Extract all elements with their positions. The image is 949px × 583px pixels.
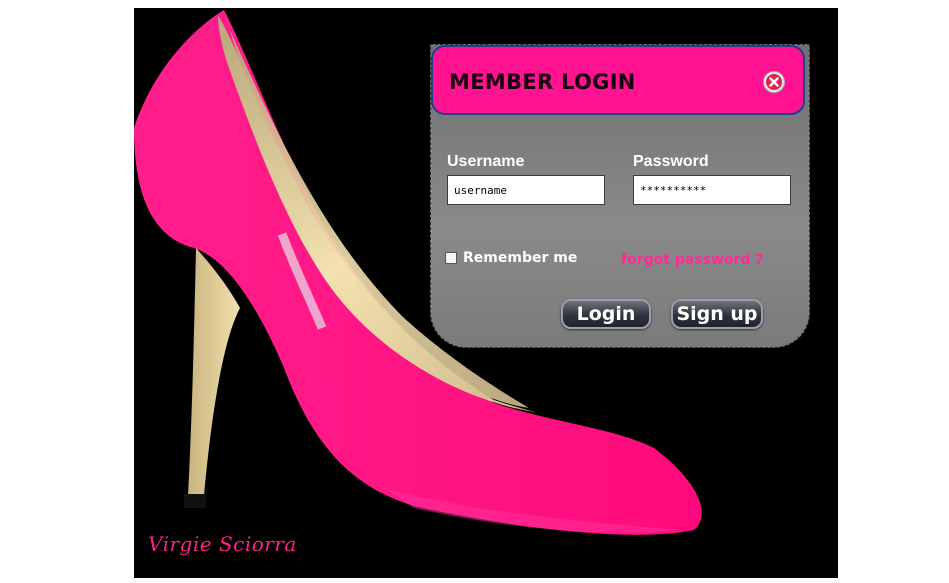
login-panel-header: MEMBER LOGIN: [431, 45, 805, 115]
remember-me-label: Remember me: [463, 250, 578, 266]
forgot-password-link[interactable]: forgot password ?: [621, 252, 763, 268]
password-field[interactable]: [633, 175, 791, 205]
hero-stage: Virgie Sciorra MEMBER LOGIN Username Pas…: [134, 8, 838, 578]
password-label: Password: [633, 153, 709, 170]
sign-up-button[interactable]: Sign up: [671, 299, 763, 329]
username-field[interactable]: [447, 175, 605, 205]
panel-title: MEMBER LOGIN: [449, 70, 636, 94]
close-button[interactable]: [763, 71, 785, 93]
close-icon: [766, 74, 782, 90]
brand-signature: Virgie Sciorra: [148, 532, 297, 556]
login-panel: MEMBER LOGIN Username Password Remember …: [430, 44, 810, 348]
remember-me-checkbox[interactable]: [445, 252, 457, 264]
username-label: Username: [447, 153, 525, 170]
remember-me-control[interactable]: Remember me: [445, 250, 577, 266]
login-button[interactable]: Login: [561, 299, 651, 329]
